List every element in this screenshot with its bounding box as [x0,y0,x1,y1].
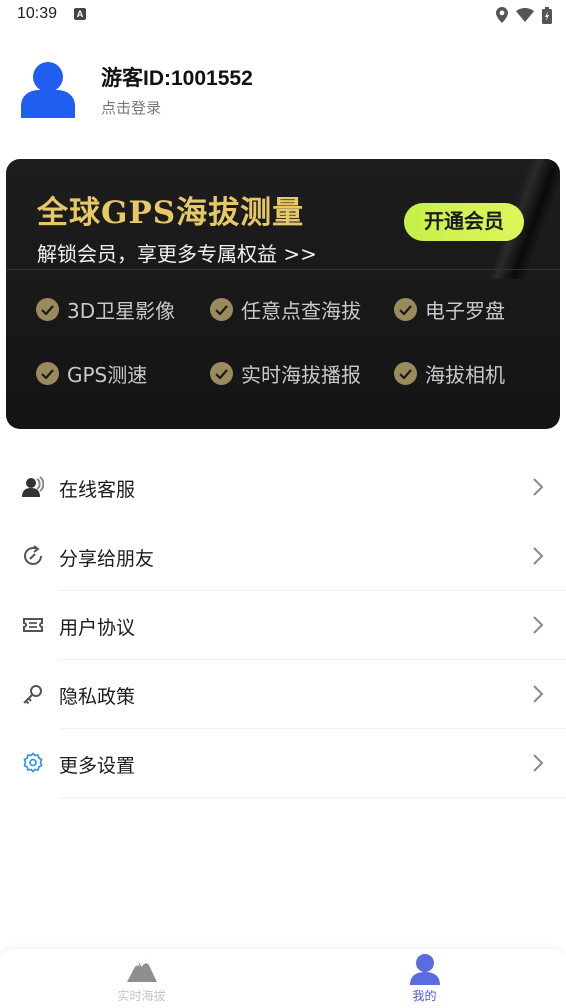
check-icon [394,298,417,321]
menu-item-customer-service[interactable]: 在线客服 [0,453,566,522]
feature-item: 3D卫星影像 [36,295,175,324]
avatar-icon[interactable] [21,60,75,118]
chevron-right-icon [533,685,544,703]
tab-mine[interactable]: 我的 [283,949,566,1008]
feature-label: 海拔相机 [425,363,505,387]
share-icon [24,545,42,565]
menu-item-privacy-policy[interactable]: 隐私政策 [0,660,566,729]
feature-item: 海拔相机 [394,359,505,388]
battery-icon [542,6,552,24]
feature-label: 3D卫星影像 [67,299,176,323]
feature-item: 实时海拔播报 [210,359,361,388]
feature-label: 实时海拔播报 [241,363,361,387]
menu-item-user-agreement[interactable]: 用户协议 [0,591,566,660]
customer-service-icon [22,476,44,497]
feature-item: GPS测速 [36,359,147,388]
check-icon [36,298,59,321]
menu-item-share[interactable]: 分享给朋友 [0,522,566,591]
key-icon [23,685,42,705]
feature-label: 任意点查海拔 [241,299,361,323]
menu-item-label: 用户协议 [59,617,136,639]
status-bar: 10:39 A [0,0,566,30]
bottom-nav: 实时海拔 我的 [0,948,566,1008]
mountain-icon [126,959,157,982]
banner-divider [6,269,560,270]
gear-icon [23,752,43,773]
check-icon [210,298,233,321]
chevron-right-icon [533,478,544,496]
location-icon [496,7,508,23]
divider [59,797,566,798]
menu-item-label: 更多设置 [59,755,136,777]
banner-title: 全球GPS海拔测量 [37,195,305,231]
vip-banner[interactable]: 全球GPS海拔测量 解锁会员，享更多专属权益 >> 开通会员 3D卫星影像 任意… [6,159,560,429]
notification-a-icon: A [74,8,86,20]
check-icon [210,362,233,385]
feature-item: 电子罗盘 [394,295,505,324]
check-icon [394,362,417,385]
ticket-icon [23,618,43,632]
profile-header[interactable]: 游客ID:1001552 点击登录 [0,56,566,126]
wifi-icon [516,8,534,22]
chevron-right-icon [533,547,544,565]
user-id: 游客ID:1001552 [101,67,253,90]
feature-label: GPS测速 [67,363,148,387]
status-time: 10:39 [17,5,58,22]
person-icon [409,954,440,985]
feature-item: 任意点查海拔 [210,295,361,324]
tab-label: 实时海拔 [117,989,166,1003]
menu-item-label: 分享给朋友 [59,548,155,570]
chevron-right-icon [533,754,544,772]
menu-item-label: 在线客服 [59,479,136,501]
tab-realtime-altitude[interactable]: 实时海拔 [0,949,283,1008]
tab-label: 我的 [412,989,437,1003]
open-vip-button[interactable]: 开通会员 [404,203,524,241]
feature-label: 电子罗盘 [425,299,505,323]
menu-item-more-settings[interactable]: 更多设置 [0,729,566,798]
settings-menu: 在线客服 分享给朋友 用户协议 隐私政策 更多设置 [0,453,566,798]
banner-subtitle[interactable]: 解锁会员，享更多专属权益 >> [37,238,317,267]
login-link[interactable]: 点击登录 [101,97,161,118]
status-icons [496,6,552,24]
chevron-right-icon [533,616,544,634]
check-icon [36,362,59,385]
menu-item-label: 隐私政策 [59,686,136,708]
